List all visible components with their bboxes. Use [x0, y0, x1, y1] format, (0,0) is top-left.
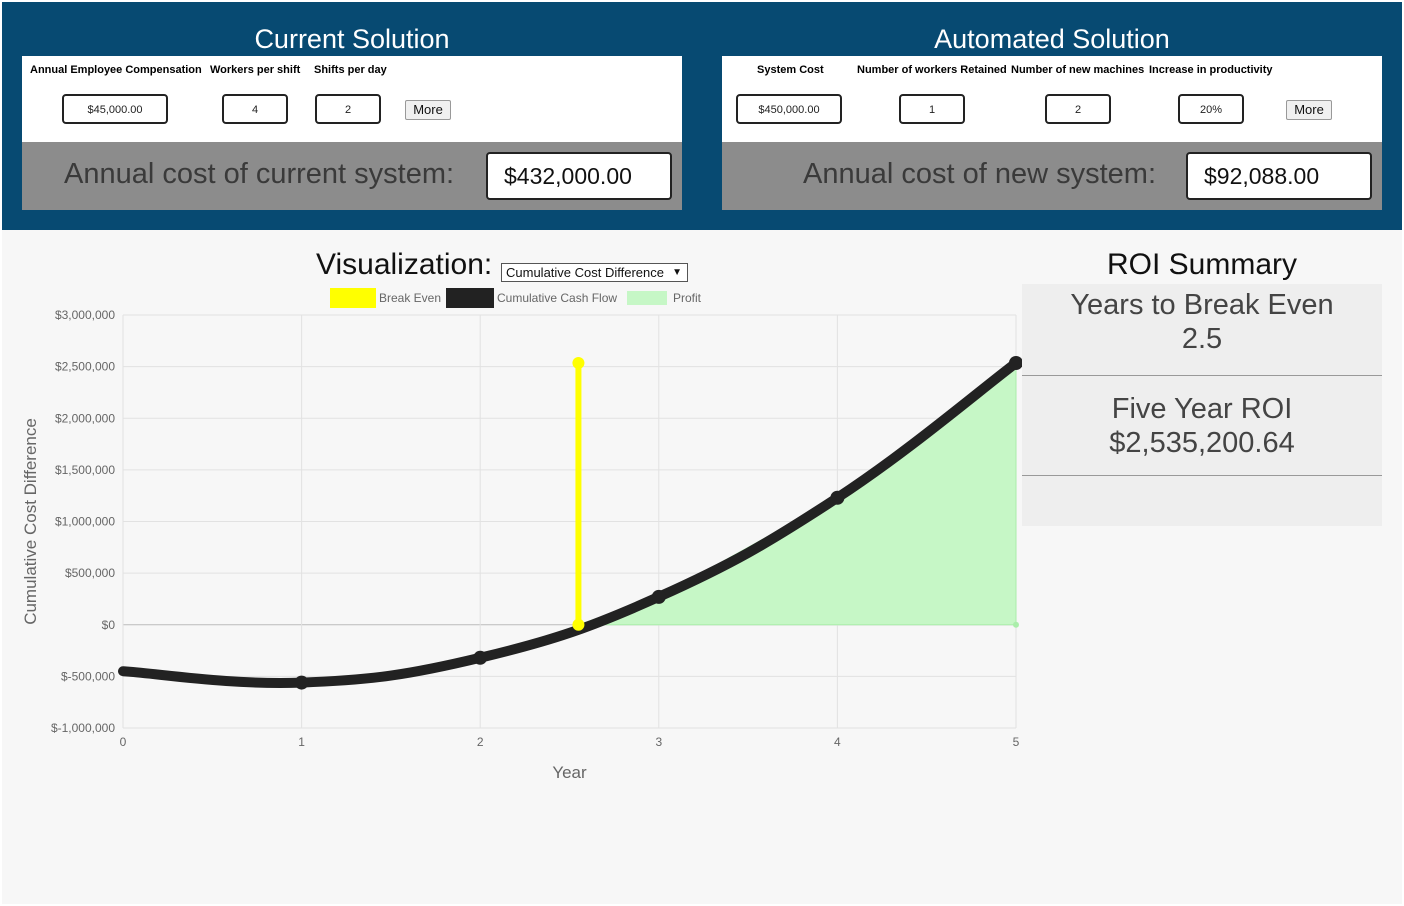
workers-retained-input[interactable]: 1: [899, 94, 965, 124]
x-tick-label: 3: [655, 735, 662, 749]
y-tick-label: $1,000,000: [55, 515, 115, 529]
profit-point: [1013, 621, 1019, 628]
automated-cost-label: Annual cost of new system:: [803, 158, 1156, 190]
current-cost-label: Annual cost of current system:: [64, 158, 455, 190]
break-even-label: Years to Break Even: [1070, 289, 1334, 321]
current-solution-title: Current Solution: [254, 24, 450, 54]
x-tick-label: 1: [298, 735, 305, 749]
cash-flow-point: [830, 490, 845, 505]
y-tick-label: $2,000,000: [55, 411, 115, 425]
shifts-per-day-input[interactable]: 2: [315, 94, 381, 124]
employee-compensation-label: Annual Employee Compensation: [30, 64, 202, 76]
automated-solution-panel: Automated Solution System Cost Number of…: [722, 2, 1382, 210]
workers-retained-label: Number of workers Retained: [857, 64, 1007, 76]
productivity-increase-input[interactable]: 20%: [1178, 94, 1244, 124]
cash-flow-point: [294, 675, 309, 690]
current-more-button[interactable]: More: [405, 100, 451, 120]
x-axis-title: Year: [552, 763, 587, 782]
roi-summary-footer: [1022, 476, 1382, 526]
employee-compensation-input[interactable]: $45,000.00: [62, 94, 168, 124]
x-tick-label: 2: [477, 735, 484, 749]
y-tick-label: $3,000,000: [55, 308, 115, 322]
current-inputs-area: Annual Employee Compensation Workers per…: [22, 56, 682, 142]
five-year-roi-value: $2,535,200.64: [1109, 427, 1295, 459]
y-tick-label: $0: [102, 618, 116, 632]
new-machines-input[interactable]: 2: [1045, 94, 1111, 124]
automated-solution-title: Automated Solution: [934, 24, 1170, 54]
roi-summary-title: ROI Summary: [1106, 248, 1298, 281]
new-machines-label: Number of new machines: [1011, 64, 1145, 76]
x-tick-label: 0: [120, 735, 127, 749]
y-tick-label: $1,500,000: [55, 463, 115, 477]
workers-per-shift-label: Workers per shift: [210, 64, 301, 76]
y-tick-label: $-1,000,000: [51, 721, 115, 735]
five-year-roi-card: Five Year ROI $2,535,200.64: [1022, 376, 1382, 476]
current-cost-value: $432,000.00: [486, 152, 672, 200]
y-tick-label: $500,000: [65, 566, 115, 580]
cash-flow-point: [473, 650, 488, 665]
y-tick-label: $2,500,000: [55, 360, 115, 374]
y-axis-title: Cumulative Cost Difference: [21, 418, 40, 625]
productivity-increase-label: Increase in productivity: [1149, 64, 1273, 76]
cumulative-cost-chart: $3,000,000 $2,500,000 $2,000,000 $1,500,000…: [21, 308, 1022, 782]
x-tick-label: 5: [1013, 735, 1020, 749]
break-even-card: Years to Break Even 2.5: [1022, 284, 1382, 376]
break-even-point: [572, 618, 585, 631]
break-even-value: 2.5: [1181, 323, 1223, 355]
current-cost-bar: Annual cost of current system: $432,000.…: [22, 142, 682, 210]
five-year-roi-label: Five Year ROI: [1111, 393, 1293, 425]
y-tick-label: $-500,000: [61, 669, 115, 683]
system-cost-input[interactable]: $450,000.00: [736, 94, 842, 124]
current-solution-panel: Current Solution Annual Employee Compens…: [22, 2, 682, 210]
x-tick-label: 4: [834, 735, 841, 749]
shifts-per-day-label: Shifts per day: [314, 64, 387, 76]
automated-more-button[interactable]: More: [1286, 100, 1332, 120]
input-header-band: Current Solution Annual Employee Compens…: [2, 2, 1402, 230]
visualization-area: Visualization: Cumulative Cost Differenc…: [2, 230, 1402, 904]
cash-flow-point: [651, 589, 666, 604]
automated-cost-value: $92,088.00: [1186, 152, 1372, 200]
automated-cost-bar: Annual cost of new system: $92,088.00: [722, 142, 1382, 210]
profit-area: [578, 361, 1017, 626]
automated-inputs-area: System Cost Number of workers Retained N…: [722, 56, 1382, 142]
workers-per-shift-input[interactable]: 4: [222, 94, 288, 124]
system-cost-label: System Cost: [757, 64, 824, 76]
break-even-point: [572, 356, 585, 369]
